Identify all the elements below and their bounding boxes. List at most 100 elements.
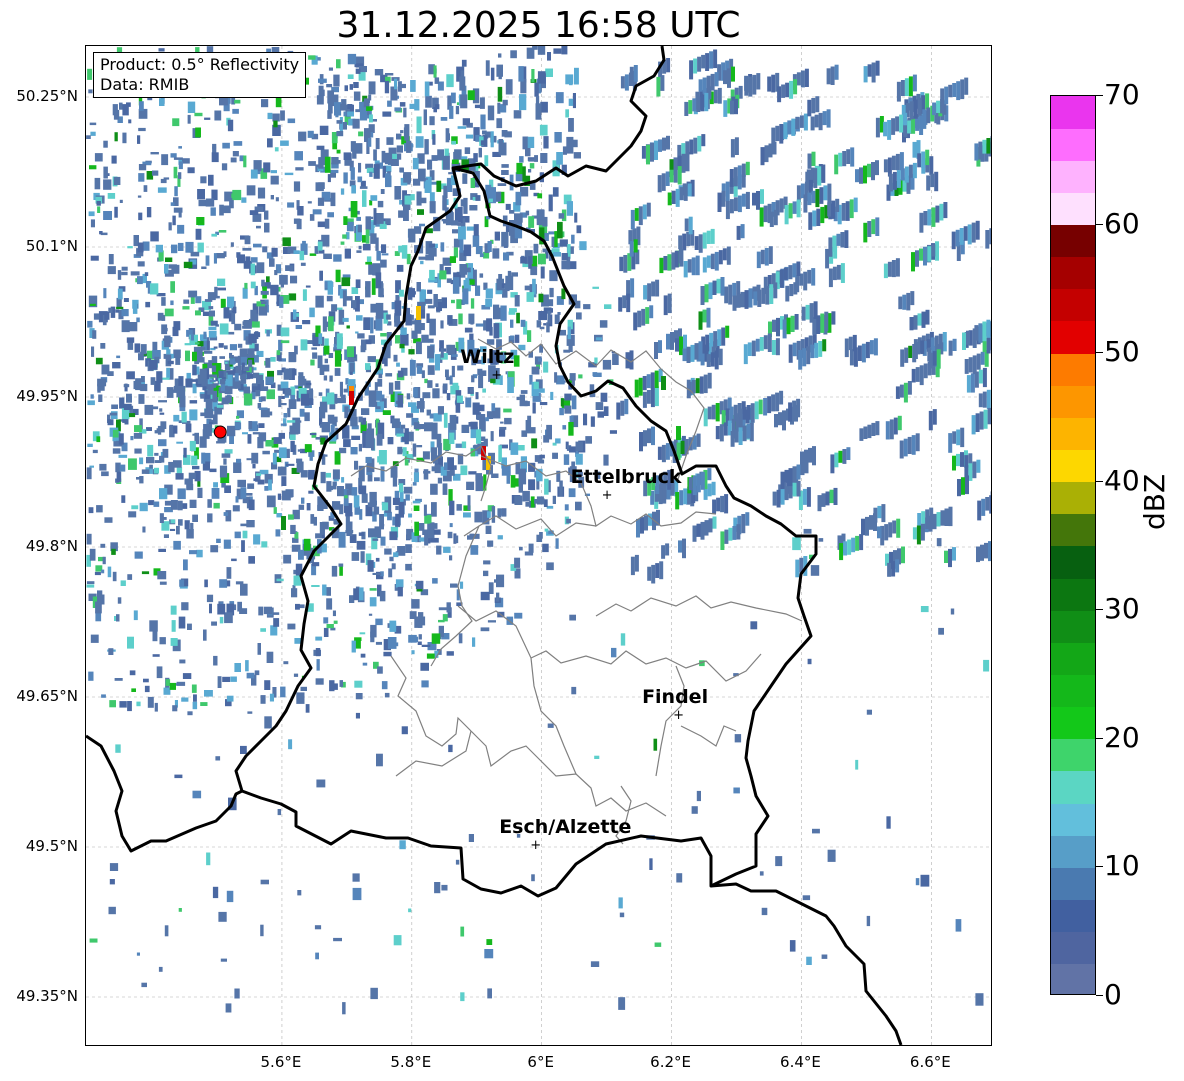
- echo-cell: [278, 447, 287, 459]
- echo-cell: [514, 612, 523, 619]
- echo-cell: [692, 525, 697, 542]
- echo-cell: [475, 285, 481, 296]
- echo-cell: [912, 527, 917, 540]
- echo-cell: [346, 221, 354, 232]
- echo-cell: [841, 203, 846, 221]
- echo-cell: [424, 515, 432, 524]
- echo-cell: [942, 332, 947, 352]
- echo-cell: [196, 549, 203, 558]
- canton-border: [470, 730, 667, 817]
- echo-cell: [354, 637, 362, 641]
- intense-echo-cell: [661, 376, 666, 390]
- echo-cell: [394, 186, 402, 200]
- echo-cell: [164, 500, 173, 506]
- echo-cell: [413, 472, 419, 483]
- echo-cell: [480, 114, 486, 130]
- echo-cell: [317, 197, 325, 206]
- echo-cell: [345, 512, 353, 517]
- echo-cell: [594, 755, 600, 759]
- echo-cell: [211, 233, 217, 237]
- echo-cell: [753, 291, 758, 306]
- echo-cell: [119, 102, 123, 110]
- echo-cell: [566, 518, 571, 524]
- echo-cell: [351, 487, 358, 496]
- echo-cell: [205, 452, 211, 463]
- echo-cell: [538, 388, 545, 393]
- echo-cell: [729, 199, 734, 214]
- echo-cell: [639, 432, 643, 452]
- echo-cell: [662, 137, 666, 151]
- echo-cell: [920, 523, 925, 541]
- echo-cell: [525, 210, 530, 216]
- echo-cell: [641, 146, 646, 159]
- echo-cell: [203, 629, 207, 641]
- echo-cell: [659, 561, 664, 580]
- echo-cell: [223, 251, 227, 257]
- echo-cell: [129, 413, 136, 418]
- echo-cell: [389, 556, 394, 562]
- echo-cell: [795, 275, 800, 293]
- echo-cell: [211, 365, 217, 372]
- echo-cell: [424, 298, 433, 304]
- echo-cell: [230, 157, 237, 163]
- echo-cell: [568, 422, 574, 436]
- echo-cell: [89, 938, 98, 943]
- echo-cell: [157, 187, 167, 193]
- echo-cell: [685, 152, 690, 172]
- echo-cell: [546, 562, 554, 571]
- echo-cell: [310, 514, 315, 524]
- echo-cell: [326, 84, 333, 88]
- echo-cell: [807, 99, 812, 117]
- echo-cell: [213, 482, 218, 488]
- echo-cell: [394, 300, 402, 316]
- echo-cell: [700, 286, 705, 305]
- echo-cell: [711, 404, 716, 420]
- echo-cell: [138, 164, 147, 171]
- echo-cell: [104, 311, 110, 320]
- echo-cell: [161, 314, 166, 321]
- echo-cell: [661, 545, 666, 559]
- echo-cell: [678, 235, 683, 250]
- echo-cell: [242, 530, 248, 539]
- echo-cell: [451, 92, 456, 104]
- echo-cell: [262, 450, 270, 455]
- echo-cell: [911, 118, 916, 134]
- echo-cell: [740, 224, 745, 239]
- echo-cell: [400, 327, 407, 335]
- echo-cell: [385, 218, 391, 225]
- echo-cell: [745, 512, 750, 526]
- echo-cell: [737, 195, 742, 213]
- echo-cell: [206, 852, 211, 866]
- echo-cell: [707, 468, 712, 481]
- echo-cell: [280, 110, 285, 121]
- echo-cell: [90, 131, 96, 136]
- echo-cell: [171, 244, 178, 254]
- echo-cell: [919, 365, 924, 386]
- echo-cell: [971, 415, 976, 435]
- echo-cell: [400, 130, 404, 134]
- echo-cell: [296, 692, 305, 704]
- echo-cell: [359, 632, 366, 635]
- echo-cell: [298, 504, 305, 510]
- echo-cell: [629, 66, 634, 86]
- echo-cell: [290, 524, 296, 534]
- echo-cell: [137, 195, 142, 198]
- echo-cell: [361, 339, 367, 351]
- colorbar-tick-mark: [1096, 480, 1103, 482]
- echo-cell: [775, 338, 780, 356]
- echo-cell: [552, 452, 558, 459]
- echo-cell: [915, 367, 920, 382]
- echo-cell: [784, 469, 789, 483]
- echo-cell: [107, 193, 116, 199]
- echo-cell: [487, 540, 494, 547]
- echo-cell: [642, 376, 647, 391]
- echo-cell: [465, 397, 472, 408]
- echo-cell: [178, 616, 186, 629]
- echo-cell: [643, 430, 647, 447]
- echo-cell: [787, 120, 792, 135]
- echo-cell: [747, 342, 752, 356]
- echo-cell: [153, 501, 160, 507]
- echo-cell: [99, 231, 103, 235]
- echo-cell: [539, 326, 545, 330]
- echo-cell: [183, 559, 188, 571]
